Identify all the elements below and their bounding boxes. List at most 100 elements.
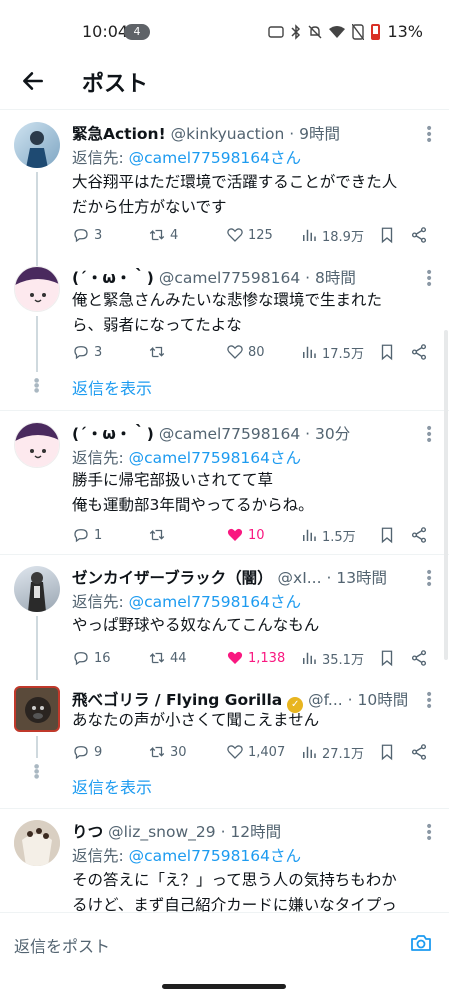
tweet-text: 勝手に帰宅部扱いされてて草 俺も運動部3年間やってるからね。 [72, 468, 434, 518]
tweet[interactable]: ● ● ● 飛べゴリラ / Flying Gorilla ✓ @f... · 10時… [0, 678, 449, 808]
reply-icon [74, 652, 88, 666]
author-handle[interactable]: @xI... [278, 569, 322, 587]
more-options-icon[interactable]: • • • [425, 122, 433, 148]
author-name[interactable]: ゼンカイザーブラック（闇） [72, 569, 273, 587]
scrollbar[interactable] [444, 330, 448, 660]
reply-input[interactable]: 返信をポスト [14, 933, 110, 957]
view-count: 17.5万 [322, 346, 364, 362]
views-button[interactable]: 18.9万 [300, 225, 364, 245]
repost-button[interactable]: 4 [148, 225, 178, 245]
no-sim-icon [352, 23, 365, 40]
camera-icon[interactable] [409, 931, 433, 955]
reply-count: 3 [94, 227, 103, 243]
back-arrow-icon[interactable] [20, 68, 46, 94]
author-handle[interactable]: @kinkyuaction [171, 125, 285, 143]
tweet-actions: 9 30 1,407 27.1万 [72, 742, 432, 762]
author-handle[interactable]: @camel77598164 [159, 425, 300, 443]
tweet[interactable]: りつ @liz_snow_29 · 12時間 • • • 返信先: @camel77… [0, 810, 449, 912]
more-options-icon[interactable]: • • • [425, 266, 433, 292]
repost-button[interactable] [148, 342, 170, 362]
like-button[interactable]: 1,138 [226, 648, 285, 668]
repost-button[interactable]: 30 [148, 742, 187, 762]
author-handle[interactable]: @liz_snow_29 [108, 823, 216, 841]
more-options-icon[interactable]: • • • [425, 820, 433, 846]
avatar[interactable] [14, 422, 60, 468]
more-options-icon[interactable]: • • • [425, 566, 433, 592]
reply-button[interactable]: 3 [72, 225, 102, 245]
bookmark-icon[interactable] [378, 526, 396, 544]
more-options-icon[interactable]: • • • [425, 422, 433, 448]
home-indicator[interactable] [162, 984, 286, 989]
reply-button[interactable]: 1 [72, 525, 102, 545]
like-button[interactable]: 80 [226, 342, 265, 362]
tweet-text-line: その答えに「え？」って思う人の気持ちもわか [72, 871, 397, 889]
views-button[interactable]: 17.5万 [300, 342, 364, 362]
mute-bell-icon [308, 25, 322, 38]
share-icon[interactable] [410, 649, 428, 667]
divider [0, 410, 449, 411]
avatar[interactable] [14, 566, 60, 612]
post-time: · 9時間 [289, 125, 341, 143]
tweet[interactable]: ● ● ● (´・ω・｀) @camel77598164 · 8時間 • • • 俺と緊… [0, 256, 449, 410]
views-button[interactable]: 27.1万 [300, 742, 364, 762]
thread-line [36, 172, 38, 266]
reply-to-mention[interactable]: @camel77598164さん [129, 449, 301, 467]
avatar[interactable] [14, 820, 60, 866]
show-replies-link[interactable]: 返信を表示 [72, 375, 152, 399]
author-name[interactable]: (´・ω・｀) [72, 269, 154, 287]
repost-button[interactable]: 44 [148, 648, 187, 668]
reply-composer[interactable]: 返信をポスト [0, 912, 449, 974]
show-replies-link[interactable]: 返信を表示 [72, 774, 152, 798]
tweet-header: 緊急Action! @kinkyuaction · 9時間 [72, 122, 412, 144]
tweet-text-line: 俺と緊急さんみたいな悲惨な環境で生まれた [72, 291, 383, 309]
thread-line [36, 316, 38, 372]
tweet-text-line: だから仕方がないです [72, 198, 227, 216]
views-button[interactable]: 1.5万 [300, 525, 356, 545]
reply-button[interactable]: 16 [72, 648, 111, 668]
share-icon[interactable] [410, 226, 428, 244]
author-name[interactable]: 飛べゴリラ / Flying Gorilla [72, 691, 282, 709]
tweet-text-line: 勝手に帰宅部扱いされてて草 [72, 471, 274, 489]
bookmark-icon[interactable] [378, 343, 396, 361]
tweet[interactable]: 緊急Action! @kinkyuaction · 9時間 • • • 返信先: @… [0, 112, 449, 266]
views-chart-icon [303, 529, 316, 541]
author-name[interactable]: 緊急Action! [72, 125, 166, 143]
view-count: 18.9万 [322, 229, 364, 245]
avatar[interactable] [14, 686, 60, 732]
reply-to: 返信先: @camel77598164さん [72, 446, 301, 468]
like-button[interactable]: 10 [226, 525, 265, 545]
bookmark-icon[interactable] [378, 649, 396, 667]
share-icon[interactable] [410, 343, 428, 361]
repost-icon [149, 346, 165, 358]
reply-to-label: 返信先: [72, 847, 129, 865]
share-icon[interactable] [410, 743, 428, 761]
reply-count: 16 [94, 650, 111, 666]
tweet[interactable]: (´・ω・｀) @camel77598164 · 30分 • • • 返信先: @c… [0, 412, 449, 554]
avatar[interactable] [14, 266, 60, 312]
reply-to-mention[interactable]: @camel77598164さん [129, 593, 301, 611]
avatar[interactable] [14, 122, 60, 168]
reply-button[interactable]: 9 [72, 742, 102, 762]
reply-to: 返信先: @camel77598164さん [72, 146, 301, 168]
author-handle[interactable]: @f... [308, 691, 343, 709]
bookmark-icon[interactable] [378, 226, 396, 244]
repost-button[interactable] [148, 525, 170, 545]
tweet-actions: 16 44 1,138 35.1万 [72, 648, 432, 668]
like-button[interactable]: 1,407 [226, 742, 285, 762]
author-name[interactable]: (´・ω・｀) [72, 425, 154, 443]
like-button[interactable]: 125 [226, 225, 273, 245]
bookmark-icon[interactable] [378, 743, 396, 761]
reply-count: 1 [94, 527, 103, 543]
reply-to-mention[interactable]: @camel77598164さん [129, 847, 301, 865]
author-handle[interactable]: @camel77598164 [159, 269, 300, 287]
views-chart-icon [303, 652, 316, 664]
page-title: ポスト [82, 72, 149, 97]
tweet[interactable]: ゼンカイザーブラック（闇） @xI... · 13時間 • • • 返信先: @ca… [0, 556, 449, 680]
views-button[interactable]: 35.1万 [300, 648, 364, 668]
reply-button[interactable]: 3 [72, 342, 102, 362]
thread-line [36, 736, 38, 758]
share-icon[interactable] [410, 526, 428, 544]
repost-count: 44 [170, 650, 187, 666]
author-name[interactable]: りつ [72, 823, 103, 841]
reply-to-mention[interactable]: @camel77598164さん [129, 149, 301, 167]
